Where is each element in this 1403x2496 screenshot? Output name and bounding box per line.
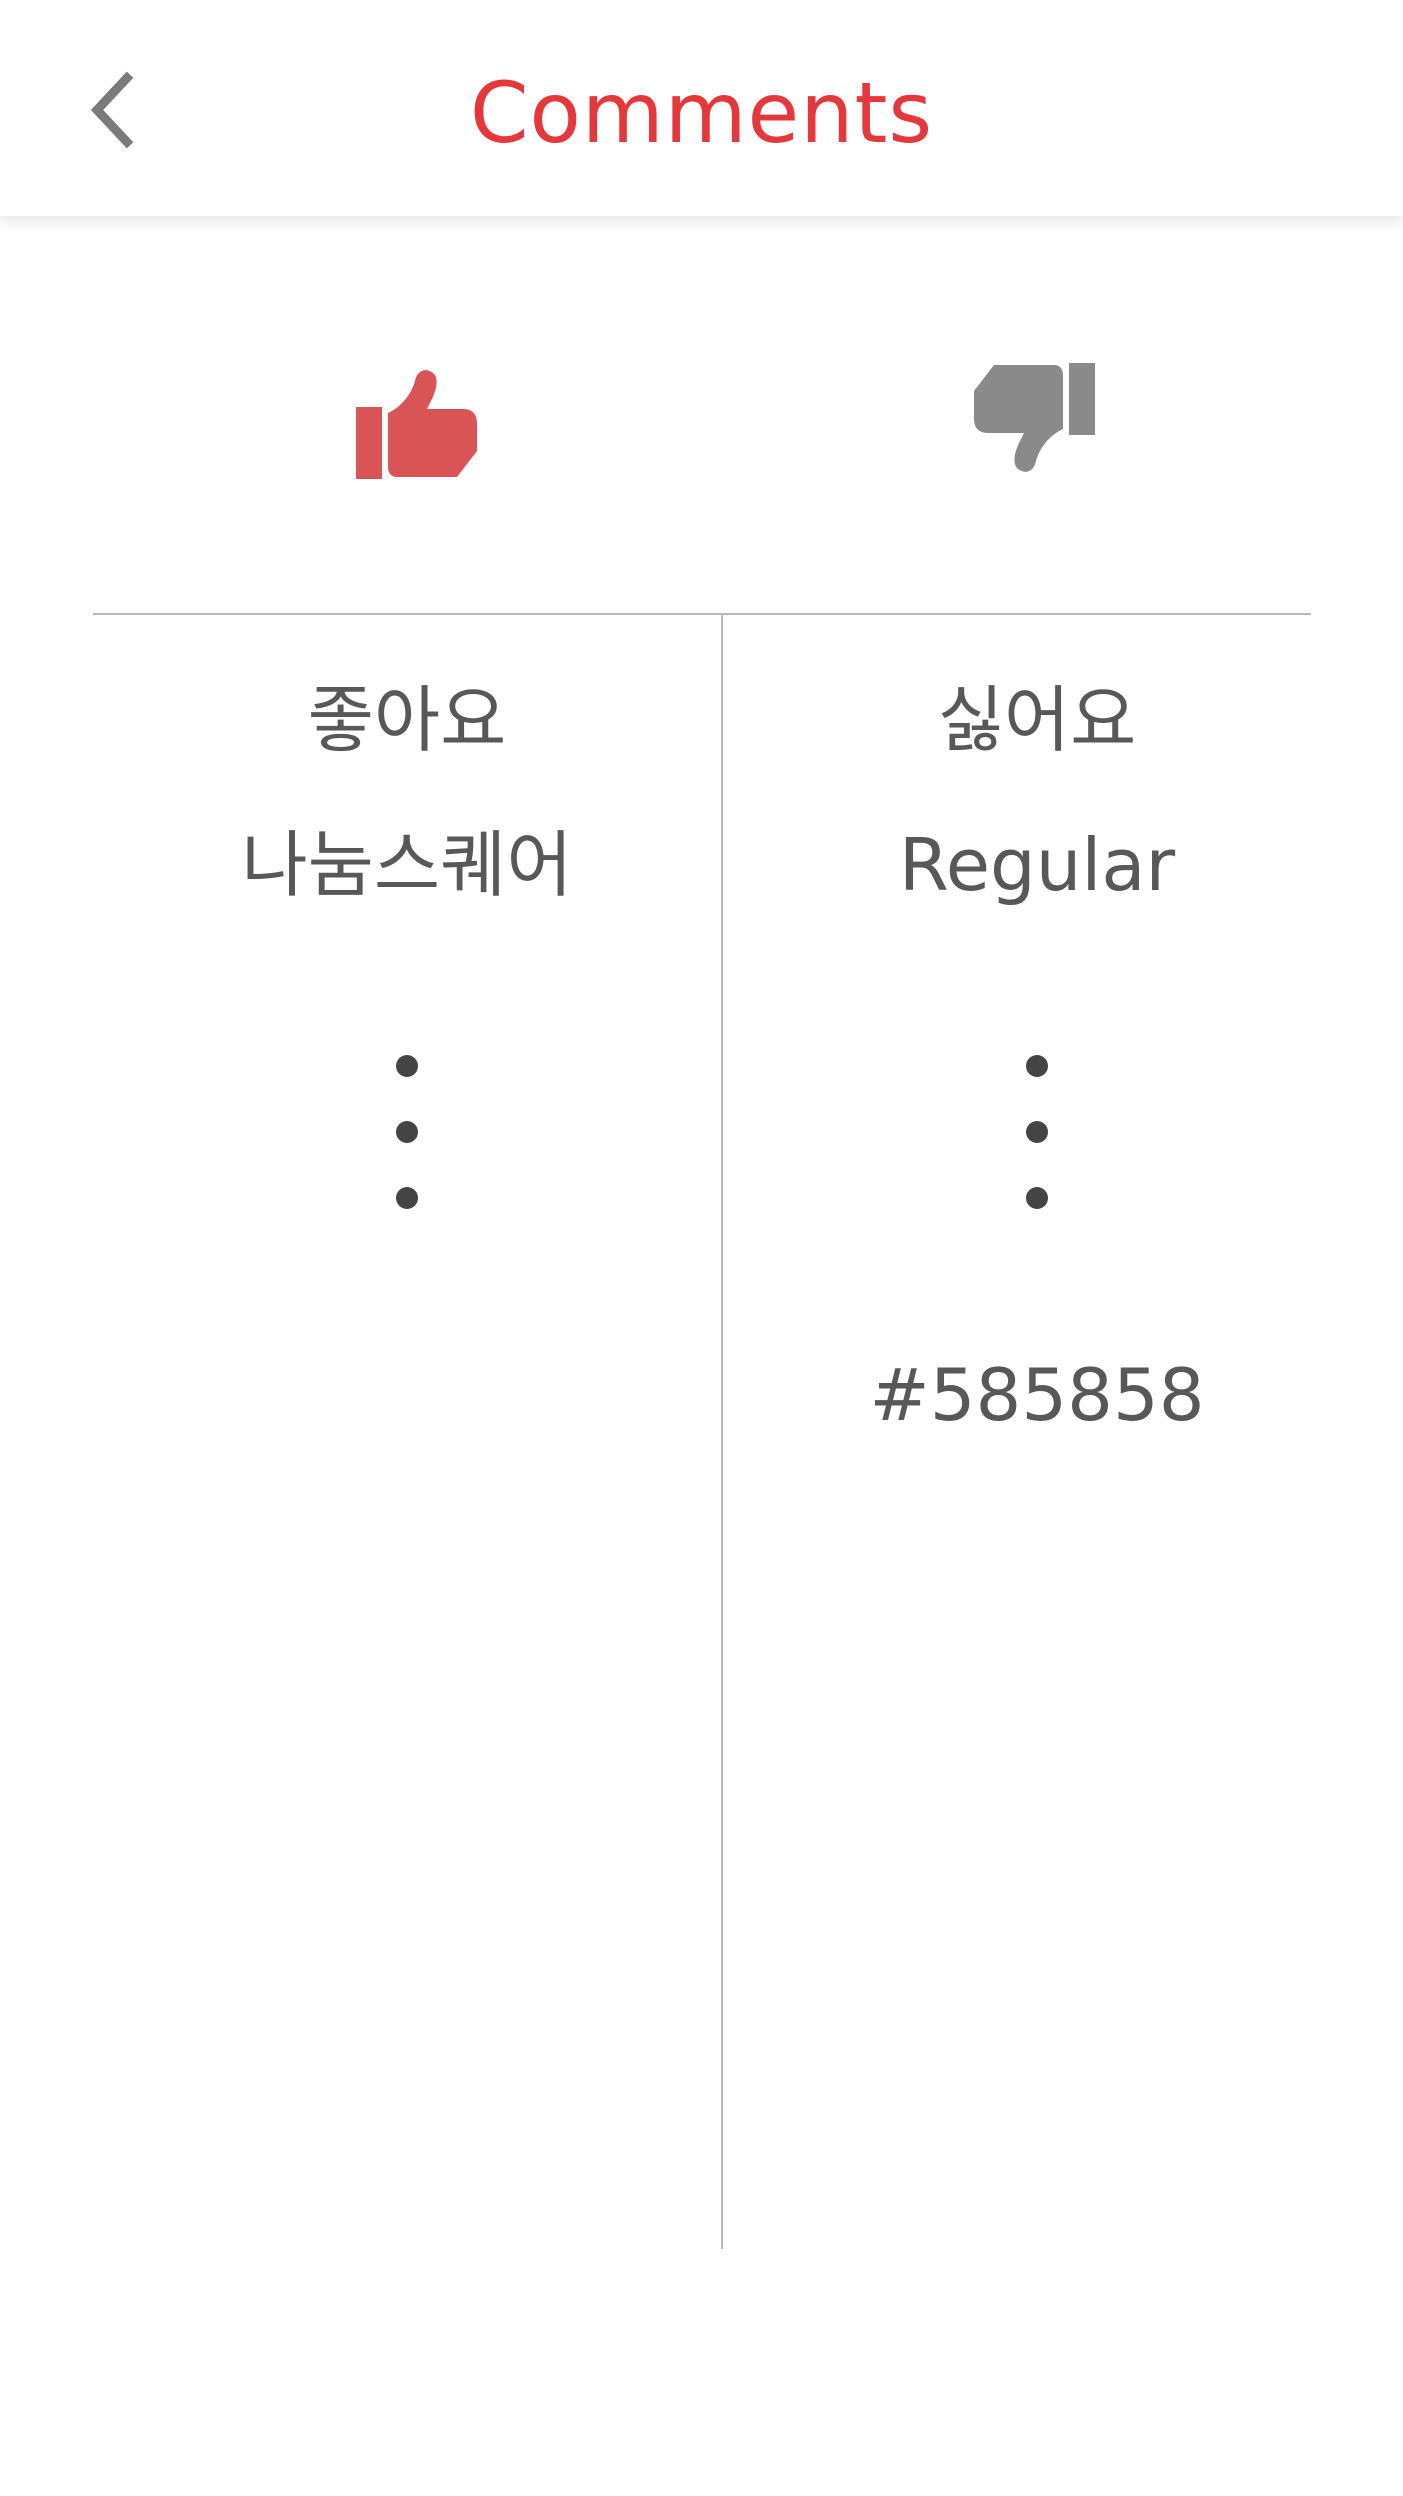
thumbs-up-icon [356,370,477,479]
color-hex-label: #585858 [869,1353,1205,1437]
font-name-label: 나눔스퀘어 [241,823,573,907]
like-label: 좋아요 [307,678,507,762]
horizontal-divider [93,613,1311,615]
page-title: Comments [469,64,934,162]
ellipsis-icon [1022,1055,1052,1215]
font-weight-label: Regular [898,823,1176,907]
ellipsis-icon [392,1055,422,1215]
thumbs-down-icon [974,363,1095,472]
dislike-button[interactable] [958,341,1118,501]
like-button[interactable] [333,341,493,501]
dislike-label: 싫어요 [937,678,1137,762]
vote-row [0,216,1403,614]
app-bar: Comments [0,0,1403,216]
